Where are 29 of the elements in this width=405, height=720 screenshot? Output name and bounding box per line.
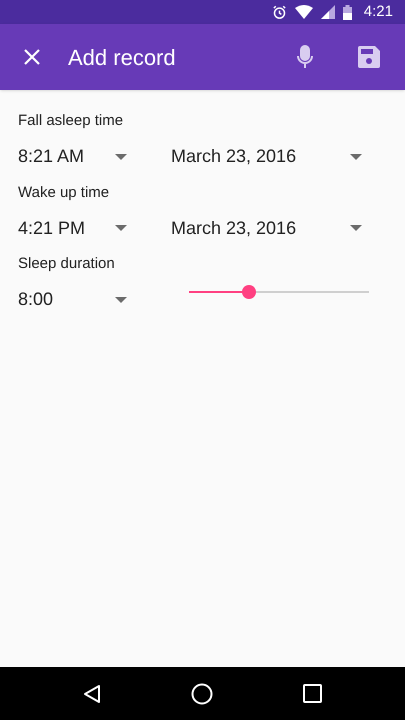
dropdown[interactable]: 4:21 PM bbox=[18, 210, 135, 246]
home-icon bbox=[191, 682, 213, 704]
slider-thumb[interactable] bbox=[242, 284, 256, 298]
caret-icon bbox=[115, 296, 127, 302]
signal-icon bbox=[320, 5, 335, 19]
caret-icon bbox=[115, 225, 127, 231]
caret-icon bbox=[115, 154, 127, 160]
caret-icon bbox=[350, 154, 362, 160]
dropdown[interactable]: March 23, 2016 bbox=[171, 138, 370, 174]
dropdown[interactable]: 8:21 AM bbox=[18, 138, 135, 174]
home-button[interactable] bbox=[191, 682, 213, 704]
save-icon bbox=[358, 46, 380, 68]
recent-apps-icon bbox=[303, 684, 322, 703]
dropdown[interactable]: March 23, 2016 bbox=[171, 210, 370, 246]
field-label: Wake up time bbox=[18, 182, 110, 202]
close-icon bbox=[24, 49, 40, 65]
back-icon bbox=[83, 684, 101, 704]
alarm-icon bbox=[272, 4, 287, 20]
field-label: Sleep duration bbox=[18, 254, 116, 274]
recent-apps-button[interactable] bbox=[303, 684, 322, 703]
clock-time: 4:21 bbox=[364, 2, 393, 22]
wifi-icon bbox=[294, 5, 313, 19]
microphone-icon bbox=[296, 45, 314, 69]
battery-icon bbox=[342, 4, 352, 20]
back-button[interactable] bbox=[83, 684, 101, 704]
field-label: Fall asleep time bbox=[18, 111, 124, 131]
dropdown[interactable]: 8:00 bbox=[18, 282, 135, 318]
screen-title: Add record bbox=[68, 44, 177, 72]
caret-icon bbox=[350, 225, 362, 231]
